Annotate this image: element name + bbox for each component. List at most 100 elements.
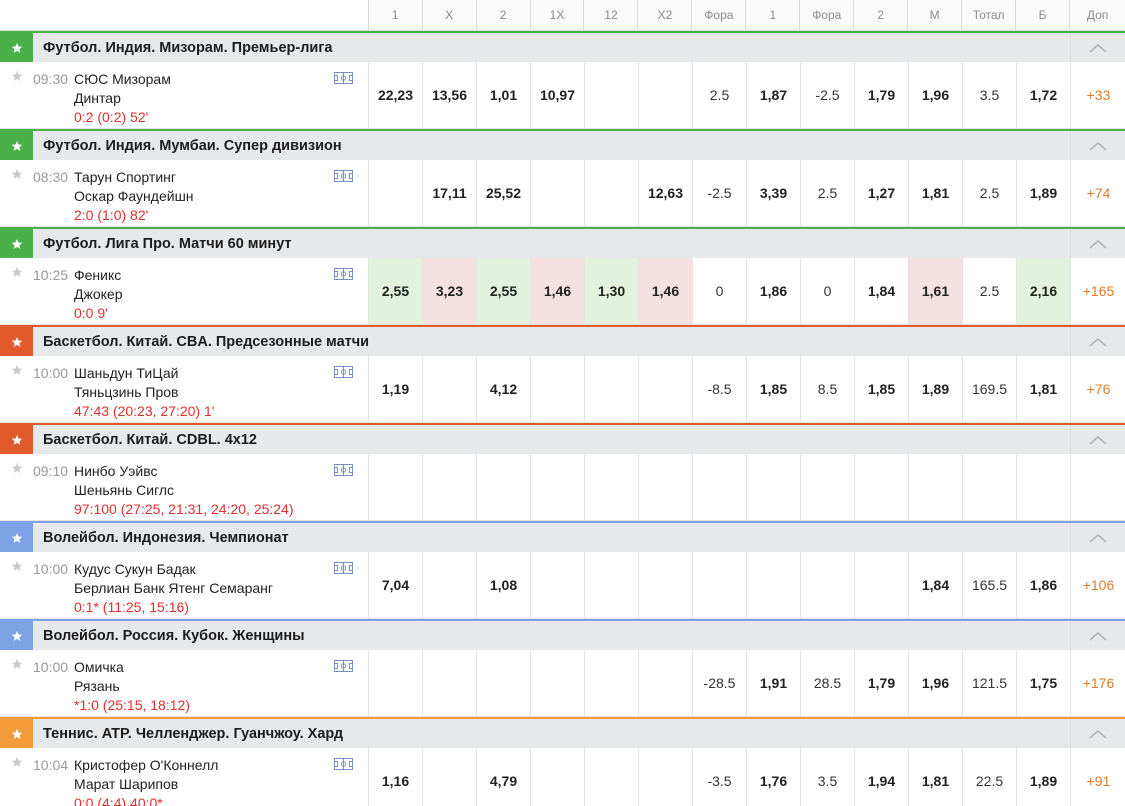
group-header[interactable]: Волейбол. Россия. Кубок. Женщины (0, 619, 1125, 650)
odds-cell[interactable]: 4,12 (476, 356, 530, 422)
odds-cell[interactable] (638, 748, 692, 806)
odds-cell[interactable] (476, 650, 530, 716)
odds-cell[interactable]: 10,97 (530, 62, 584, 128)
team-away[interactable]: Берлиан Банк Ятенг Семаранг (74, 580, 273, 596)
odds-cell[interactable]: 1,87 (746, 62, 800, 128)
team-away[interactable]: Шеньянь Сиглс (74, 482, 174, 498)
team-home[interactable]: Феникс (74, 267, 121, 283)
odds-cell[interactable] (368, 454, 422, 520)
favorite-star-icon[interactable] (0, 131, 33, 160)
odds-cell[interactable]: 22.5 (962, 748, 1016, 806)
odds-cell[interactable]: 12,63 (638, 160, 692, 226)
odds-cell[interactable]: 1,75 (1016, 650, 1070, 716)
star-icon[interactable] (11, 560, 23, 572)
group-header[interactable]: Футбол. Индия. Мизорам. Премьер-лига (0, 31, 1125, 62)
team-away[interactable]: Тяньцзинь Пров (74, 384, 178, 400)
event-row[interactable]: 10:00 Кудус Сукун Бадак Берлиан Банк Ятенг… (0, 552, 1125, 619)
field-icon[interactable] (334, 464, 353, 476)
favorite-star-icon[interactable] (0, 621, 33, 650)
event-row[interactable]: 09:30 СЮС Мизорам Динтар 0:2 (0:2) 52' 22,23… (0, 62, 1125, 129)
odds-cell[interactable]: 8.5 (800, 356, 854, 422)
odds-cell[interactable] (584, 650, 638, 716)
odds-cell[interactable]: -3.5 (692, 748, 746, 806)
odds-cell[interactable]: 17,11 (422, 160, 476, 226)
event-row[interactable]: 10:04 Кристофер О'Коннелл Марат Шарипов 0:0… (0, 748, 1125, 806)
favorite-star-icon[interactable] (0, 327, 33, 356)
chevron-up-icon[interactable] (1070, 425, 1125, 454)
odds-cell[interactable]: 1,94 (854, 748, 908, 806)
field-icon[interactable] (334, 268, 353, 280)
odds-cell[interactable]: 1,91 (746, 650, 800, 716)
odds-cell[interactable] (368, 650, 422, 716)
odds-cell[interactable]: 1,19 (368, 356, 422, 422)
odds-cell[interactable] (638, 62, 692, 128)
odds-cell[interactable] (584, 160, 638, 226)
odds-cell[interactable] (638, 552, 692, 618)
odds-cell[interactable] (584, 62, 638, 128)
odds-cell[interactable] (800, 552, 854, 618)
team-home[interactable]: Нинбо Уэйвс (74, 463, 158, 479)
odds-cell[interactable]: 25,52 (476, 160, 530, 226)
odds-cell[interactable] (530, 454, 584, 520)
star-icon[interactable] (11, 168, 23, 180)
group-header[interactable]: Футбол. Лига Про. Матчи 60 минут (0, 227, 1125, 258)
odds-cell[interactable]: 1,96 (908, 650, 962, 716)
odds-cell[interactable]: 0 (692, 258, 746, 324)
odds-cell[interactable] (746, 552, 800, 618)
odds-cell[interactable]: 1,27 (854, 160, 908, 226)
odds-cell[interactable] (800, 454, 854, 520)
favorite-star-icon[interactable] (0, 425, 33, 454)
team-away[interactable]: Рязань (74, 678, 120, 694)
odds-cell[interactable] (530, 748, 584, 806)
odds-cell[interactable]: 1,79 (854, 62, 908, 128)
chevron-up-icon[interactable] (1070, 229, 1125, 258)
odds-cell[interactable] (422, 650, 476, 716)
odds-cell[interactable]: 2.5 (692, 62, 746, 128)
odds-cell[interactable]: 1,96 (908, 62, 962, 128)
odds-cell[interactable]: 3,39 (746, 160, 800, 226)
odds-cell[interactable] (530, 160, 584, 226)
odds-cell[interactable]: 2.5 (962, 160, 1016, 226)
odds-cell[interactable]: 1,89 (1016, 748, 1070, 806)
odds-cell[interactable] (584, 356, 638, 422)
odds-cell[interactable] (422, 748, 476, 806)
chevron-up-icon[interactable] (1070, 33, 1125, 62)
field-icon[interactable] (334, 72, 353, 84)
group-header[interactable]: Баскетбол. Китай. CDBL. 4x12 (0, 423, 1125, 454)
favorite-star-icon[interactable] (0, 33, 33, 62)
odds-cell[interactable]: -28.5 (692, 650, 746, 716)
odds-cell[interactable]: 169.5 (962, 356, 1016, 422)
odds-cell[interactable]: 2,55 (476, 258, 530, 324)
odds-cell[interactable]: 2,16 (1016, 258, 1070, 324)
odds-cell[interactable]: 1,46 (638, 258, 692, 324)
chevron-up-icon[interactable] (1070, 621, 1125, 650)
more-markets-link[interactable]: +33 (1070, 62, 1125, 128)
group-header[interactable]: Баскетбол. Китай. CBA. Предсезонные матч… (0, 325, 1125, 356)
group-header[interactable]: Теннис. ATP. Челленджер. Гуанчжоу. Хард (0, 717, 1125, 748)
odds-cell[interactable]: 2.5 (962, 258, 1016, 324)
odds-cell[interactable] (692, 552, 746, 618)
team-away[interactable]: Марат Шарипов (74, 776, 178, 792)
event-row[interactable]: 09:10 Нинбо Уэйвс Шеньянь Сиглс 97:100 (27:… (0, 454, 1125, 521)
odds-cell[interactable]: 1,16 (368, 748, 422, 806)
chevron-up-icon[interactable] (1070, 719, 1125, 748)
odds-cell[interactable] (584, 748, 638, 806)
odds-cell[interactable] (854, 454, 908, 520)
team-away[interactable]: Оскар Фаундейшн (74, 188, 194, 204)
odds-cell[interactable]: 1,86 (746, 258, 800, 324)
odds-cell[interactable] (692, 454, 746, 520)
odds-cell[interactable] (368, 160, 422, 226)
odds-cell[interactable]: 2,55 (368, 258, 422, 324)
odds-cell[interactable]: 2.5 (800, 160, 854, 226)
odds-cell[interactable]: 4,79 (476, 748, 530, 806)
event-row[interactable]: 08:30 Тарун Спортинг Оскар Фаундейшн 2:0 (1… (0, 160, 1125, 227)
odds-cell[interactable] (638, 356, 692, 422)
team-home[interactable]: Шаньдун ТиЦай (74, 365, 178, 381)
event-row[interactable]: 10:00 Омичка Рязань *1:0 (25:15, 18:12) -28.… (0, 650, 1125, 717)
favorite-star-icon[interactable] (0, 229, 33, 258)
chevron-up-icon[interactable] (1070, 523, 1125, 552)
odds-cell[interactable] (422, 552, 476, 618)
odds-cell[interactable] (854, 552, 908, 618)
more-markets-link[interactable]: +76 (1070, 356, 1125, 422)
odds-cell[interactable] (530, 552, 584, 618)
